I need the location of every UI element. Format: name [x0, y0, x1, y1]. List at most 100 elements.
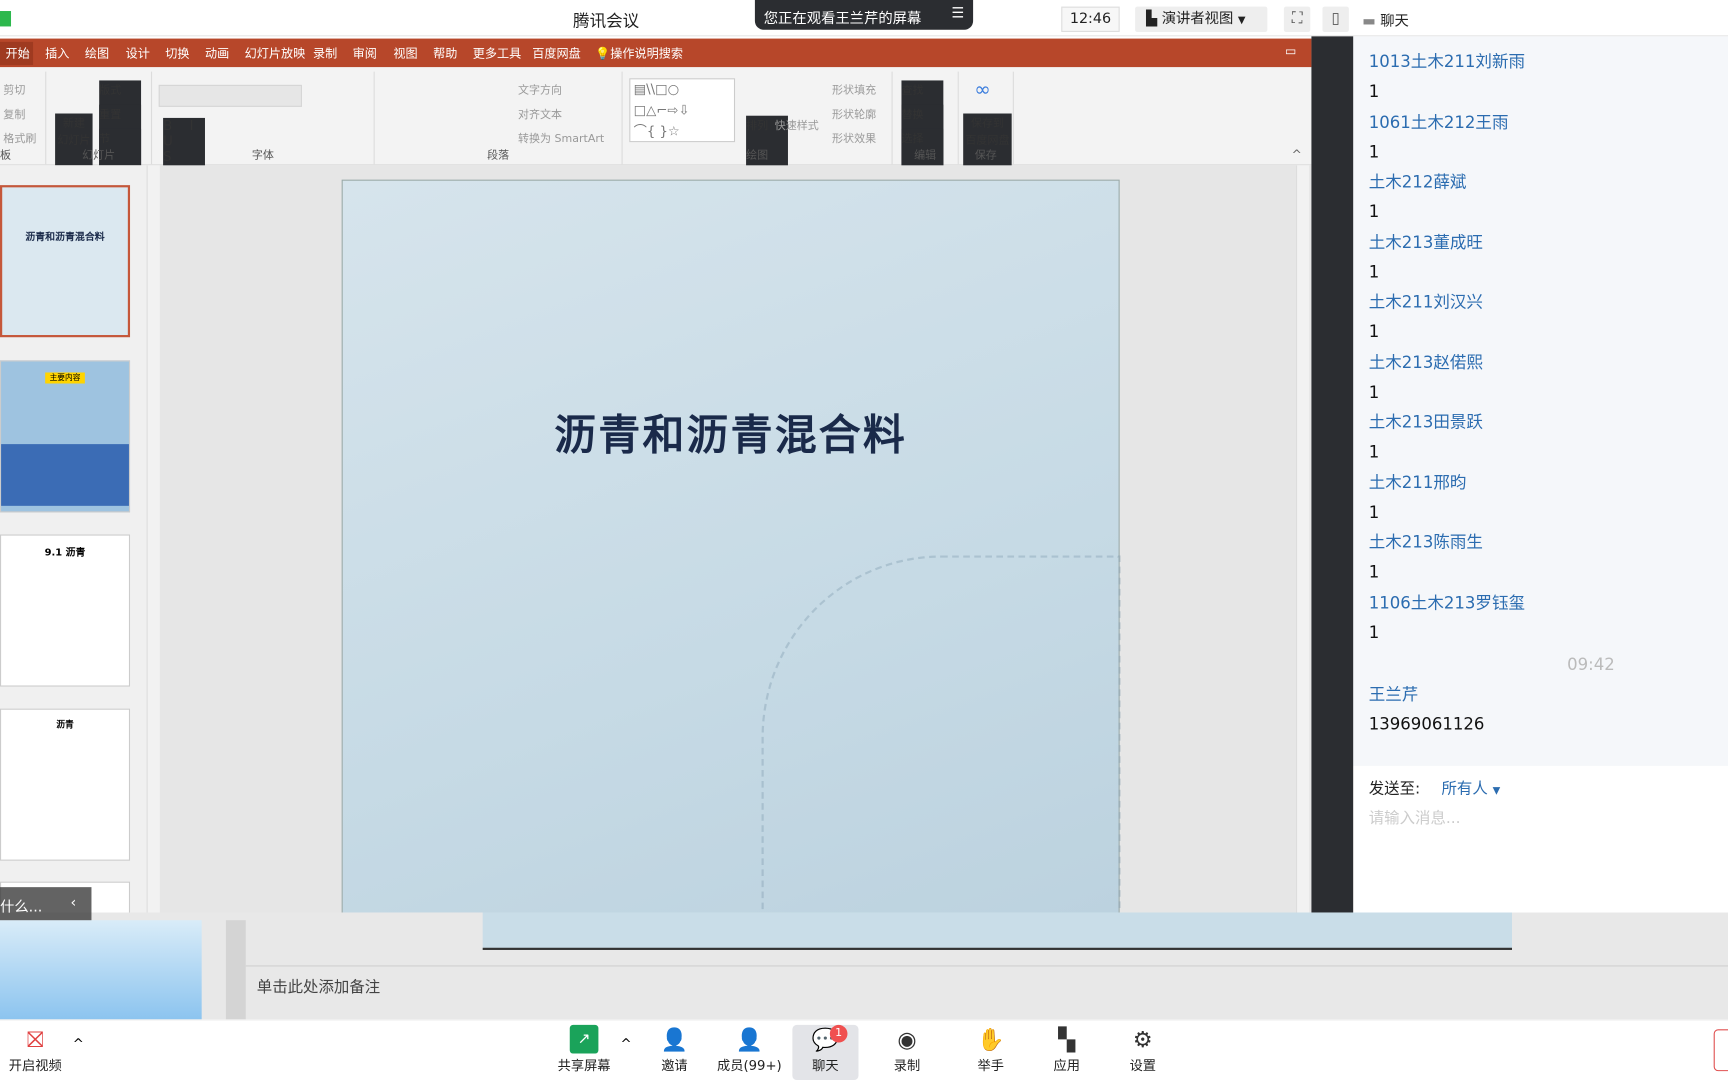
thumbnail-preview: [0, 920, 202, 1020]
thumbnail-title: 沥青和沥青混合料: [25, 232, 105, 244]
thumbnail-4[interactable]: 沥青: [0, 708, 131, 861]
shape-fill-button[interactable]: 形状填充: [832, 80, 876, 97]
font-name-select[interactable]: [158, 84, 302, 107]
leave-button[interactable]: [1713, 1029, 1728, 1072]
divider-strip: [1311, 36, 1354, 913]
collapsed-panel[interactable]: 什么... ‹: [0, 887, 92, 921]
sender-name: 土木213田景跃: [1368, 412, 1483, 432]
thumbnail-2[interactable]: 主要内容: [0, 360, 131, 513]
sender-name: 土木211邢昀: [1368, 472, 1467, 493]
chat-button[interactable]: 💬 聊天 1: [792, 1024, 859, 1080]
group-paragraph: 文字方向 对齐文本 转换为 SmartArt 段落: [375, 71, 623, 165]
chat-icon: ▬: [1362, 13, 1381, 30]
copy-button[interactable]: 复制: [3, 105, 25, 121]
invite-button[interactable]: 👤 邀请: [641, 1025, 707, 1075]
signal-icon: [0, 11, 12, 27]
chevron-down-icon: ▼: [1237, 15, 1246, 27]
tab-slideshow[interactable]: 幻灯片放映: [245, 44, 306, 62]
message-text: 1: [1368, 261, 1380, 282]
group-save: ∞ 保存到 百度网盘 保存: [959, 71, 1014, 990]
layout-icon: ▙: [1146, 11, 1162, 28]
group-editing: 查找 替换 选择 编辑: [893, 71, 959, 1006]
group-label: 保存: [974, 149, 997, 162]
send-to-select[interactable]: 所有人 ▼: [1441, 777, 1500, 799]
shape-outline-button[interactable]: 形状轮廓: [832, 105, 876, 121]
gear-icon: ⚙: [1132, 1025, 1153, 1053]
menu-icon[interactable]: ☰: [951, 6, 964, 23]
lightbulb-icon: 💡: [595, 46, 611, 61]
tab-review[interactable]: 审阅: [353, 44, 377, 62]
dragon-decoration: [761, 555, 1121, 920]
shapes-gallery[interactable]: ▤\\□○ □△⌐⇨⇩ ⌒{ }☆: [629, 78, 736, 143]
thumbnail-3[interactable]: 9.1 沥青: [0, 534, 131, 687]
tab-design[interactable]: 设计: [126, 44, 150, 62]
tab-more-tools[interactable]: 更多工具: [473, 44, 521, 62]
tell-me-search[interactable]: 💡操作说明搜索: [595, 44, 683, 62]
chat-messages: 1013土木211刘新雨 1 1061土木212王雨 1 土木212薛斌 1 土木213董成…: [1353, 36, 1728, 766]
slide-canvas[interactable]: 沥青和沥青混合料: [341, 179, 1121, 921]
group-drawing: ▤\\□○ □△⌐⇨⇩ ⌒{ }☆ 排列 快速样式 形状填充 形状轮廓 形状效果 绘…: [623, 71, 893, 992]
baidu-netdisk-icon: ∞: [974, 78, 991, 102]
tab-insert[interactable]: 插入: [45, 44, 69, 62]
share-screen-icon: ↗: [569, 1024, 599, 1054]
shared-screen-lower: 单击此处添加备注: [0, 912, 1728, 1020]
chevron-left-icon[interactable]: ‹: [71, 895, 77, 912]
sender-name: 土木211刘汉兴: [1368, 292, 1483, 312]
group-label: 字体: [251, 149, 274, 162]
quick-styles-button[interactable]: 快速样式: [775, 116, 819, 132]
apps-button[interactable]: ▚ 应用: [1034, 1025, 1100, 1075]
message-text: 1: [1368, 441, 1380, 462]
tab-help[interactable]: 帮助: [433, 44, 457, 62]
message-input[interactable]: 请输入消息...: [1369, 807, 1461, 829]
raise-hand-button[interactable]: ✋ 举手: [958, 1025, 1024, 1075]
notes-pane[interactable]: 单击此处添加备注: [245, 965, 1728, 1019]
collapse-ribbon-icon[interactable]: ^: [1292, 148, 1302, 162]
video-options-chevron-icon[interactable]: ^: [73, 1036, 84, 1051]
text-direction-button[interactable]: 文字方向: [518, 80, 562, 97]
thumbnail-title: 主要内容: [45, 372, 85, 384]
format-painter-button[interactable]: 格式刷: [3, 129, 36, 145]
comment-icon[interactable]: ▭: [1285, 44, 1296, 58]
sharing-banner[interactable]: 您正在观看王兰芹的屏幕 ☰: [754, 0, 974, 30]
tab-animations[interactable]: 动画: [205, 44, 229, 62]
group-label: 段落: [487, 149, 510, 162]
apps-icon: ▚: [1058, 1025, 1076, 1053]
slide-title: 沥青和沥青混合料: [554, 409, 907, 460]
smartart-button[interactable]: 转换为 SmartArt: [518, 129, 604, 145]
message-text: 1: [1368, 622, 1380, 642]
view-mode-label: 演讲者视图: [1161, 11, 1234, 28]
sidebar-toggle-icon[interactable]: ▯: [1322, 6, 1349, 32]
settings-button[interactable]: ⚙ 设置: [1110, 1025, 1176, 1075]
fullscreen-icon[interactable]: ⛶: [1283, 6, 1311, 32]
members-button[interactable]: 👤 成员(99+): [716, 1025, 782, 1075]
tab-transitions[interactable]: 切换: [165, 44, 189, 62]
start-video-button[interactable]: ⛝ 开启视频: [2, 1025, 68, 1075]
thumbnail-scrollbar[interactable]: [146, 165, 160, 921]
tab-view[interactable]: 视图: [393, 44, 417, 62]
slide-scrollbar[interactable]: [1295, 165, 1310, 913]
view-mode-button[interactable]: ▙ 演讲者视图 ▼: [1135, 6, 1268, 32]
thumbnail-1[interactable]: 沥青和沥青混合料: [0, 185, 131, 338]
tab-baidu-netdisk[interactable]: 百度网盘: [532, 44, 580, 62]
shape-effects-button[interactable]: 形状效果: [832, 129, 876, 145]
group-label: 编辑: [914, 149, 937, 162]
app-title: 腾讯会议: [573, 11, 640, 31]
share-screen-button[interactable]: ↗ 共享屏幕: [551, 1024, 617, 1075]
meeting-toolbar: ⛝ 开启视频 ^ ↗ 共享屏幕 ^ 👤 邀请 👤 成员(99+) 💬 聊天 1 ◉ 录制 ✋ 举…: [0, 1019, 1728, 1080]
label: 设置: [1129, 1057, 1157, 1074]
tab-record[interactable]: 录制: [313, 44, 337, 62]
label: 邀请: [661, 1057, 688, 1074]
sender-name: 王兰芹: [1368, 684, 1419, 705]
slide-thumbnails: 沥青和沥青混合料 主要内容 9.1 沥青 沥青: [0, 165, 147, 926]
cut-button[interactable]: 剪切: [3, 80, 25, 97]
video-off-icon: ⛝: [26, 1025, 44, 1053]
align-text-button[interactable]: 对齐文本: [518, 105, 562, 121]
tab-draw[interactable]: 绘图: [85, 44, 109, 62]
tab-home[interactable]: 开始: [0, 41, 34, 66]
share-options-chevron-icon[interactable]: ^: [620, 1036, 631, 1051]
message-text: 1: [1368, 141, 1380, 162]
label: 成员(99+): [717, 1057, 782, 1074]
message-text: 1: [1368, 81, 1380, 102]
label: 举手: [977, 1057, 1004, 1074]
record-button[interactable]: ◉ 录制: [874, 1025, 940, 1075]
